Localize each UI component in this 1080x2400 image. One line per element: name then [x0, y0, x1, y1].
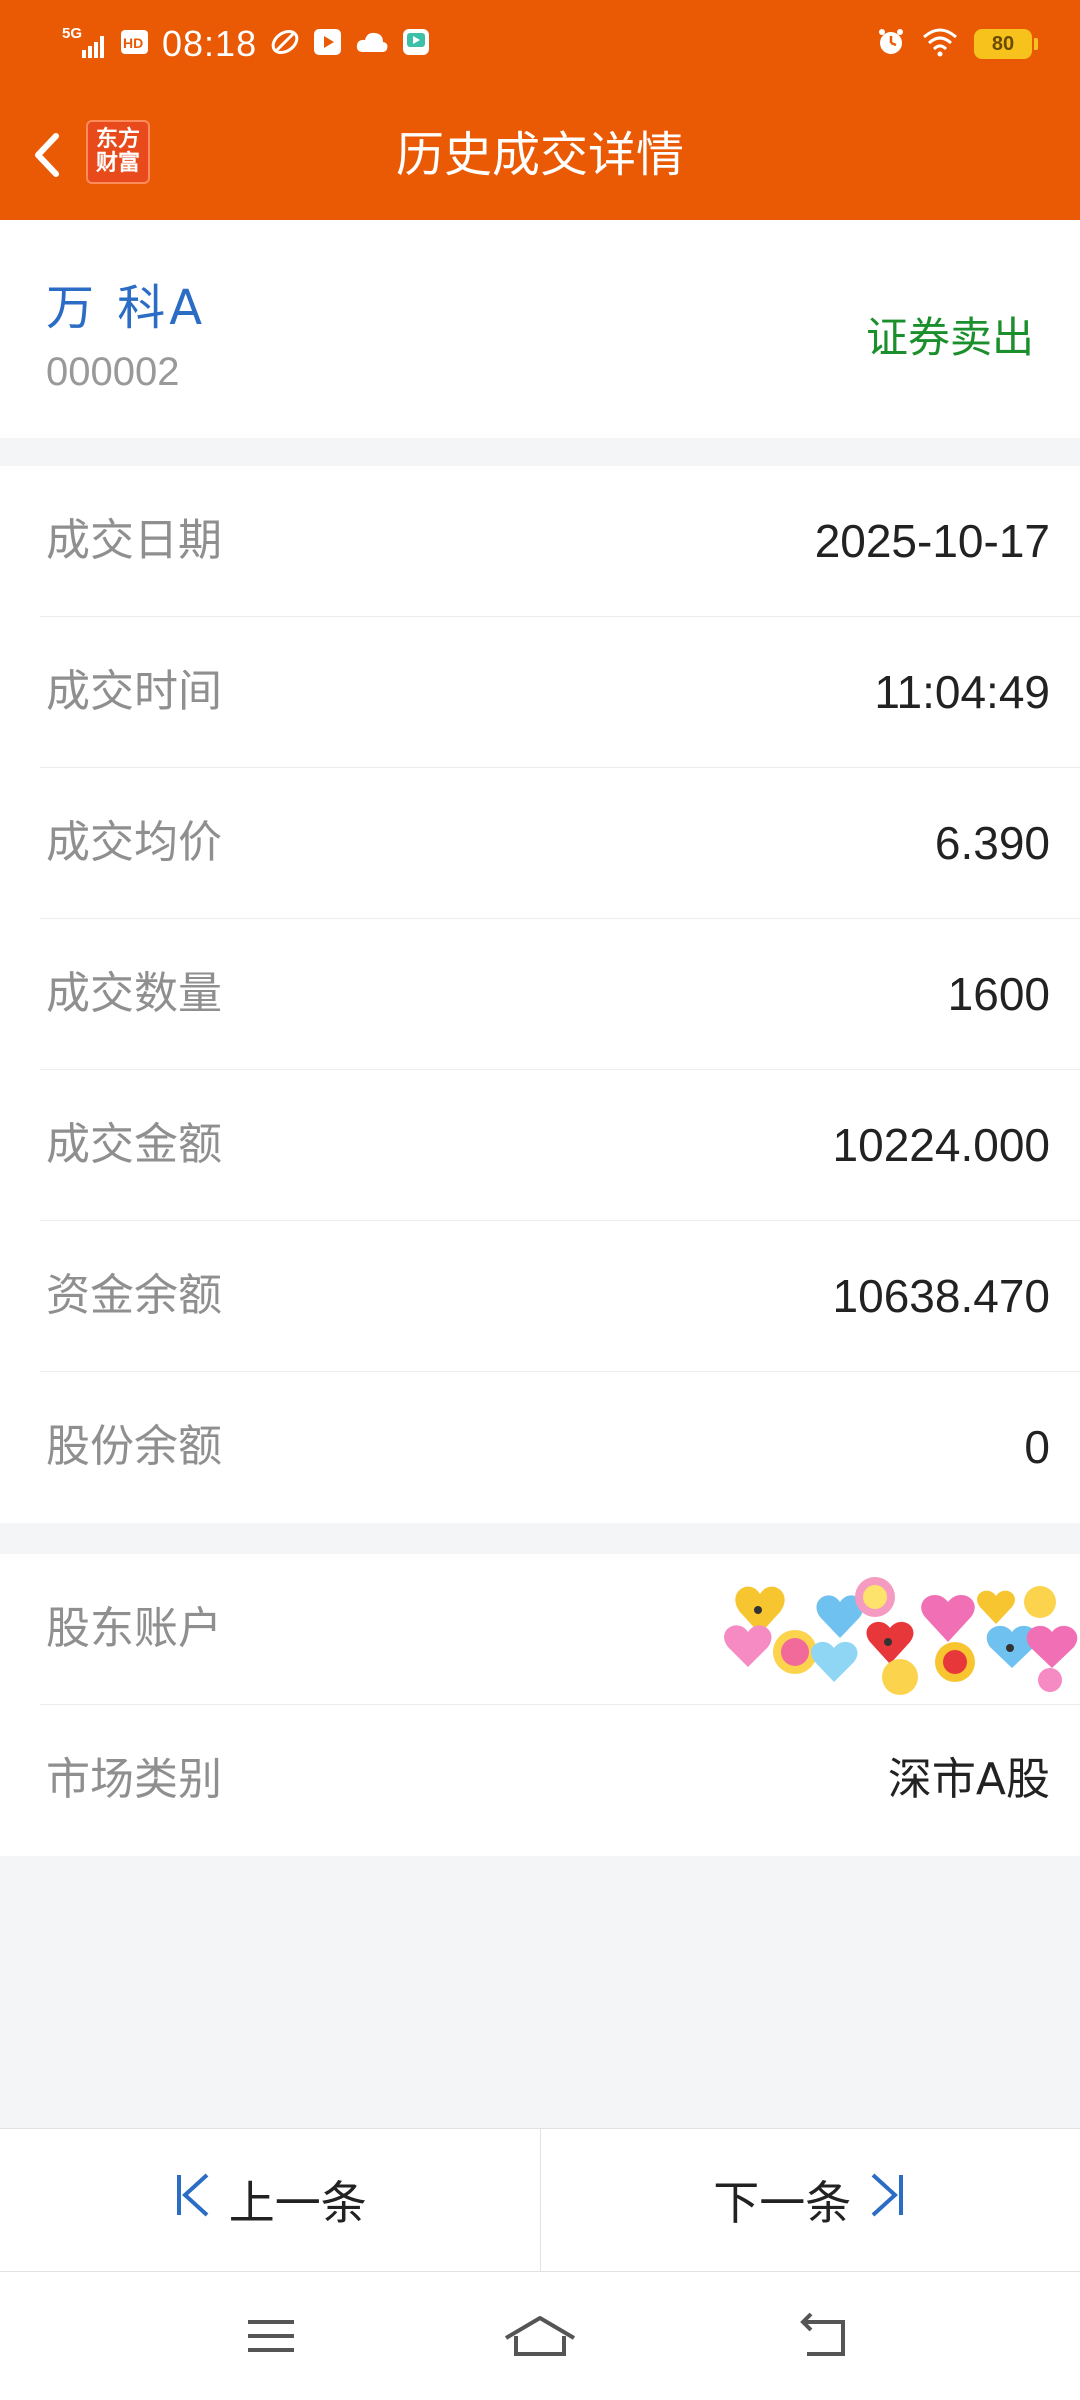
prev-record-label: 上一条: [228, 2176, 367, 2230]
detail-label: 成交日期: [46, 515, 222, 566]
next-record-label: 下一条: [713, 2176, 852, 2230]
svg-text:5G: 5G: [62, 25, 82, 42]
last-item-icon: [867, 2170, 907, 2231]
cloud-icon: [355, 28, 389, 60]
sync-icon: [269, 26, 301, 62]
detail-label: 成交金额: [46, 1119, 222, 1170]
detail-row: 股东账户: [40, 1554, 1080, 1705]
detail-label: 成交数量: [46, 968, 222, 1019]
status-right: 80: [876, 24, 1038, 64]
detail-value: 10224.000: [832, 1119, 1050, 1171]
detail-value: 深市A股: [887, 1754, 1050, 1805]
detail-value: 2025-10-17: [814, 515, 1050, 567]
detail-label: 市场类别: [46, 1754, 222, 1805]
detail-label: 股份余额: [46, 1421, 222, 1472]
first-item-icon: [173, 2170, 213, 2231]
detail-value: 11:04:49: [874, 666, 1050, 718]
system-navigation-bar: [0, 2272, 1080, 2400]
stock-name: 万 科A: [46, 280, 207, 336]
app-notification-icon: [401, 27, 431, 61]
battery-indicator: 80: [974, 29, 1038, 59]
detail-row: 资金余额 10638.470: [40, 1221, 1080, 1372]
detail-label: 股东账户: [46, 1603, 222, 1654]
prev-record-button[interactable]: 上一条: [0, 2129, 541, 2271]
alarm-icon: [876, 27, 906, 61]
status-bar: 5G HD 08:18 80: [0, 0, 1080, 90]
detail-row: 成交数量 1600: [40, 919, 1080, 1070]
detail-row: 市场类别 深市A股: [40, 1705, 1080, 1856]
stock-header-card: 万 科A 000002 证券卖出: [0, 220, 1080, 438]
signal-icon: 5G: [62, 24, 108, 64]
sticker-overlay: [720, 1572, 1080, 1702]
page-title: 历史成交详情: [395, 127, 684, 183]
home-icon[interactable]: [500, 2312, 580, 2362]
trade-details-section: 成交日期 2025-10-17 成交时间 11:04:49 成交均价 6.390…: [0, 466, 1080, 1523]
detail-row: 成交时间 11:04:49: [40, 617, 1080, 768]
detail-label: 资金余额: [46, 1270, 222, 1321]
stock-code: 000002: [46, 350, 180, 394]
detail-value: 1600: [947, 968, 1050, 1020]
svg-text:HD: HD: [123, 35, 143, 51]
detail-value: 0: [1024, 1421, 1050, 1473]
detail-row: 成交金额 10224.000: [40, 1070, 1080, 1221]
detail-row: 成交均价 6.390: [40, 768, 1080, 919]
return-icon[interactable]: [795, 2312, 855, 2362]
detail-label: 成交均价: [46, 817, 222, 868]
status-left: 5G HD 08:18: [62, 20, 431, 68]
detail-row: 股份余额 0: [40, 1372, 1080, 1523]
account-section: 股东账户 市场类别 深市A股: [0, 1554, 1080, 1856]
wifi-icon: [922, 27, 958, 61]
detail-label: 成交时间: [46, 666, 222, 717]
pager-bar: 上一条 下一条: [0, 2128, 1080, 2272]
app-bar: 东方 财富 历史成交详情: [0, 90, 1080, 220]
status-time: 08:18: [162, 23, 258, 64]
hd-icon: HD: [120, 27, 150, 61]
detail-row: 成交日期 2025-10-17: [40, 466, 1080, 617]
detail-value: 10638.470: [832, 1270, 1050, 1322]
trade-type-label: 证券卖出: [865, 313, 1034, 362]
menu-icon[interactable]: [242, 2312, 302, 2362]
video-app-icon: [313, 27, 343, 61]
detail-value: 6.390: [934, 817, 1050, 869]
next-record-button[interactable]: 下一条: [541, 2129, 1080, 2271]
